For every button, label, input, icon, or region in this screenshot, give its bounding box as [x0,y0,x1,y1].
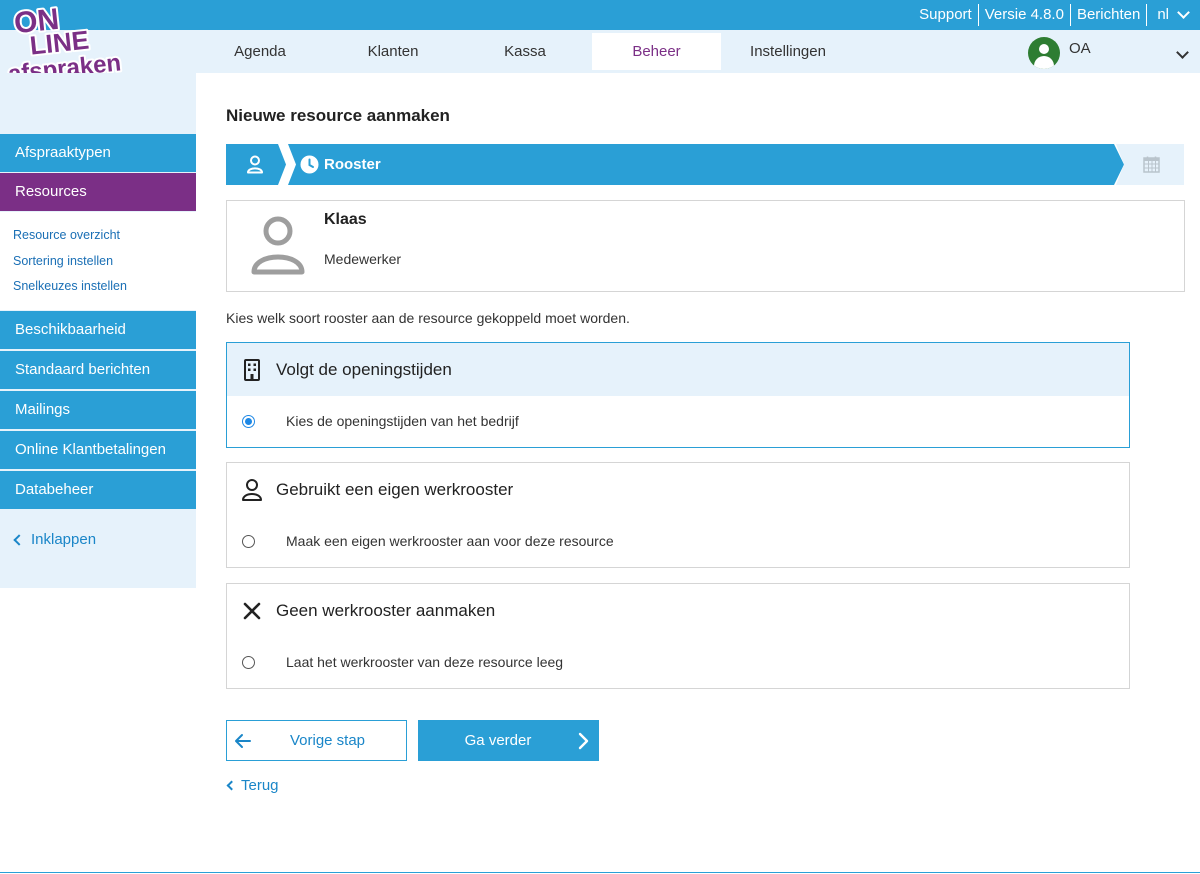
utility-links: Support Versie 4.8.0 Berichten nl [913,0,1200,30]
wizard-steps: Rooster [226,144,1184,185]
language-selector[interactable]: nl [1147,4,1175,26]
schedule-option-no-schedule[interactable]: Geen werkrooster aanmaken Laat het werkr… [226,583,1130,689]
chevron-down-icon[interactable] [1177,6,1190,19]
chevron-left-icon [226,780,237,791]
sidebar-subitem-sortering[interactable]: Sortering instellen [13,254,113,268]
sidebar-subitem-resource-overzicht[interactable]: Resource overzicht [13,228,120,242]
building-icon [244,359,260,381]
footer-divider [0,872,1200,873]
calendar-icon [1143,156,1160,173]
chevron-left-icon [13,533,25,546]
wizard-step-rooster[interactable] [288,144,1124,185]
previous-step-button[interactable]: Vorige stap [226,720,407,761]
collapse-label: Inklappen [31,531,97,548]
clock-icon [300,155,319,174]
tab-klanten[interactable]: Klanten [333,33,453,70]
option-description: Laat het werkrooster van deze resource l… [286,654,564,670]
chevron-right-icon [578,732,589,750]
instruction-text: Kies welk soort rooster aan de resource … [226,310,630,326]
avatar[interactable] [1028,37,1060,69]
continue-label: Ga verder [464,732,532,749]
sidebar-item-afspraaktypen[interactable]: Afspraaktypen [0,134,196,172]
person-icon [247,155,263,174]
sidebar: Afspraaktypen Resources Resource overzic… [0,73,196,588]
sidebar-item-mailings[interactable]: Mailings [0,391,196,429]
messages-link[interactable]: Berichten [1071,4,1146,26]
page-title: Nieuwe resource aanmaken [226,106,450,125]
option-title: Gebruikt een eigen werkrooster [276,480,514,499]
previous-step-label: Vorige stap [289,732,366,749]
sidebar-item-standaard-berichten[interactable]: Standaard berichten [0,351,196,389]
person-icon [251,216,305,275]
option-title: Geen werkrooster aanmaken [276,601,496,620]
schedule-option-opening-hours[interactable]: Volgt de openingstijden Kies de openings… [226,342,1130,448]
support-link[interactable]: Support [913,4,978,26]
sidebar-item-databeheer[interactable]: Databeheer [0,471,196,509]
option-description: Kies de openingstijden van het bedrijf [286,413,519,429]
option-title: Volgt de openingstijden [276,360,452,379]
sidebar-subitem-snelkeuzes[interactable]: Snelkeuzes instellen [13,279,127,293]
schedule-option-own-schedule[interactable]: Gebruikt een eigen werkrooster Maak een … [226,462,1130,568]
collapse-sidebar-button[interactable]: Inklappen [13,531,97,548]
user-menu[interactable]: OA [1028,37,1091,69]
radio-own-schedule[interactable] [242,535,255,548]
tab-instellingen[interactable]: Instellingen [728,33,848,70]
sidebar-item-resources[interactable]: Resources [0,173,196,211]
wizard-step-label: Rooster [324,156,381,173]
resource-card: Klaas Medewerker [226,200,1185,292]
sidebar-item-beschikbaarheid[interactable]: Beschikbaarheid [0,311,196,349]
top-utility-bar: Support Versie 4.8.0 Berichten nl [0,0,1200,30]
close-icon [243,602,261,620]
sidebar-item-online-klantbetalingen[interactable]: Online Klantbetalingen [0,431,196,469]
back-link[interactable]: Terug [226,777,279,794]
version-label[interactable]: Versie 4.8.0 [979,4,1070,26]
radio-no-schedule[interactable] [242,656,255,669]
back-label: Terug [241,777,279,794]
continue-button[interactable]: Ga verder [418,720,599,761]
chevron-down-icon[interactable] [1176,46,1189,59]
person-icon [242,479,262,501]
option-description: Maak een eigen werkrooster aan voor deze… [286,533,614,549]
option-header: Volgt de openingstijden [227,343,1129,396]
tab-kassa[interactable]: Kassa [465,33,585,70]
resource-name: Klaas [324,211,367,228]
tab-agenda[interactable]: Agenda [200,33,320,70]
option-header: Gebruikt een eigen werkrooster [227,463,1129,516]
tab-beheer[interactable]: Beheer [592,33,721,70]
user-initials[interactable]: OA [1069,40,1091,57]
radio-opening-hours[interactable] [242,415,255,428]
main-navigation: Agenda Klanten Kassa Beheer Instellingen… [0,30,1200,73]
resource-role: Medewerker [324,251,402,267]
sidebar-submenu: Resource overzicht Sortering instellen S… [0,212,196,310]
option-header: Geen werkrooster aanmaken [227,584,1129,637]
